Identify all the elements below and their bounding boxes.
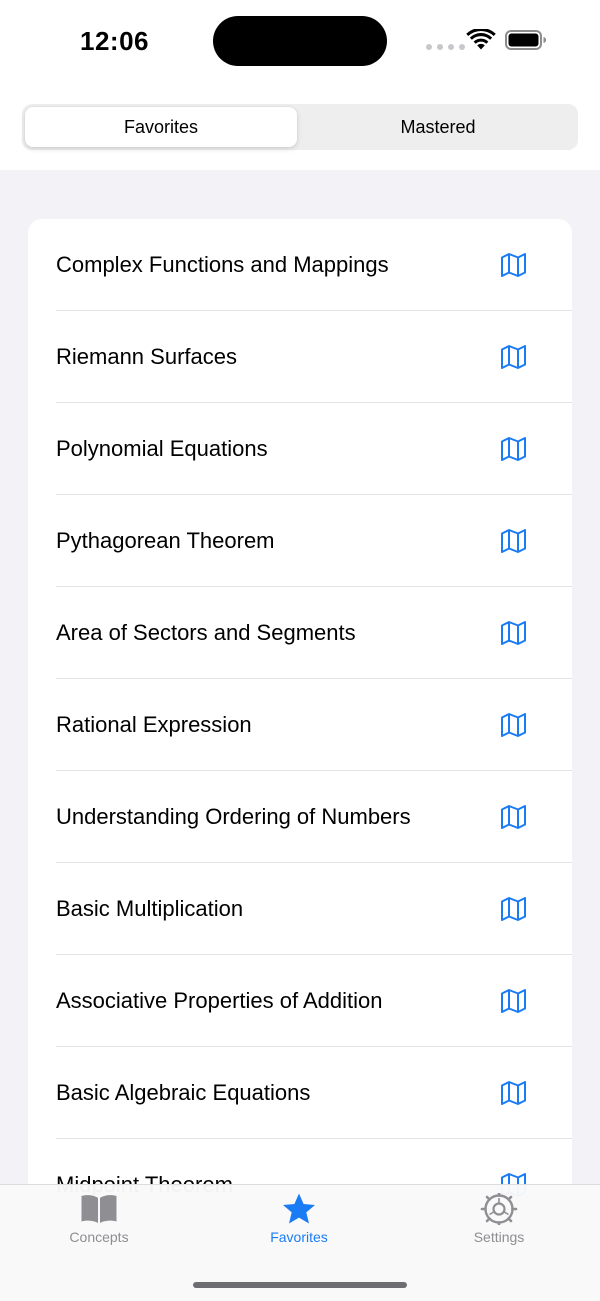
status-time: 12:06 bbox=[80, 26, 149, 56]
list-item[interactable]: Basic Multiplication bbox=[28, 863, 572, 955]
map-icon[interactable] bbox=[500, 436, 527, 462]
top-area: 12:06 Favorites Mastered bbox=[0, 0, 600, 170]
list-item-label: Associative Properties of Addition bbox=[56, 988, 383, 1013]
wifi-icon bbox=[466, 29, 496, 50]
segment-favorites[interactable]: Favorites bbox=[25, 107, 297, 147]
favorites-list: Complex Functions and Mappings Riemann S… bbox=[28, 219, 572, 1219]
list-item-label: Rational Expression bbox=[56, 712, 252, 737]
book-icon bbox=[81, 1195, 117, 1223]
segmented-control: Favorites Mastered bbox=[22, 104, 578, 150]
list-item[interactable]: Polynomial Equations bbox=[28, 403, 572, 495]
map-icon[interactable] bbox=[500, 712, 527, 738]
tab-settings[interactable]: Settings bbox=[429, 1193, 569, 1245]
map-icon[interactable] bbox=[500, 1080, 527, 1106]
list-item-label: Area of Sectors and Segments bbox=[56, 620, 356, 645]
list-item[interactable]: Understanding Ordering of Numbers bbox=[28, 771, 572, 863]
list-item-label: Complex Functions and Mappings bbox=[56, 252, 389, 277]
cellular-signal-icon bbox=[426, 44, 465, 50]
list-item[interactable]: Associative Properties of Addition bbox=[28, 955, 572, 1047]
tab-label: Favorites bbox=[270, 1229, 328, 1245]
list-item[interactable]: Complex Functions and Mappings bbox=[28, 219, 572, 311]
list-item[interactable]: Pythagorean Theorem bbox=[28, 495, 572, 587]
tab-concepts[interactable]: Concepts bbox=[29, 1193, 169, 1245]
segment-mastered[interactable]: Mastered bbox=[302, 107, 574, 147]
battery-icon bbox=[505, 30, 546, 50]
list-item[interactable]: Basic Algebraic Equations bbox=[28, 1047, 572, 1139]
home-indicator bbox=[193, 1282, 407, 1288]
map-icon[interactable] bbox=[500, 988, 527, 1014]
list-item-label: Polynomial Equations bbox=[56, 436, 268, 461]
list-item-label: Basic Multiplication bbox=[56, 896, 244, 921]
list-item[interactable]: Riemann Surfaces bbox=[28, 311, 572, 403]
map-icon[interactable] bbox=[500, 344, 527, 370]
map-icon[interactable] bbox=[500, 620, 527, 646]
map-icon[interactable] bbox=[500, 528, 527, 554]
list-item-label: Basic Algebraic Equations bbox=[56, 1080, 311, 1105]
map-icon[interactable] bbox=[500, 896, 527, 922]
list-item-label: Pythagorean Theorem bbox=[56, 528, 275, 553]
list-item[interactable]: Rational Expression bbox=[28, 679, 572, 771]
map-icon[interactable] bbox=[500, 804, 527, 830]
tab-label: Settings bbox=[473, 1229, 525, 1245]
map-icon[interactable] bbox=[500, 252, 527, 278]
list-item-label: Understanding Ordering of Numbers bbox=[56, 804, 411, 829]
dynamic-island bbox=[213, 16, 387, 66]
tab-label: Concepts bbox=[69, 1229, 129, 1245]
tab-favorites[interactable]: Favorites bbox=[229, 1193, 369, 1245]
list-item-label: Riemann Surfaces bbox=[56, 344, 237, 369]
gear-icon bbox=[480, 1193, 518, 1225]
list-item[interactable]: Area of Sectors and Segments bbox=[28, 587, 572, 679]
star-icon bbox=[283, 1193, 315, 1224]
